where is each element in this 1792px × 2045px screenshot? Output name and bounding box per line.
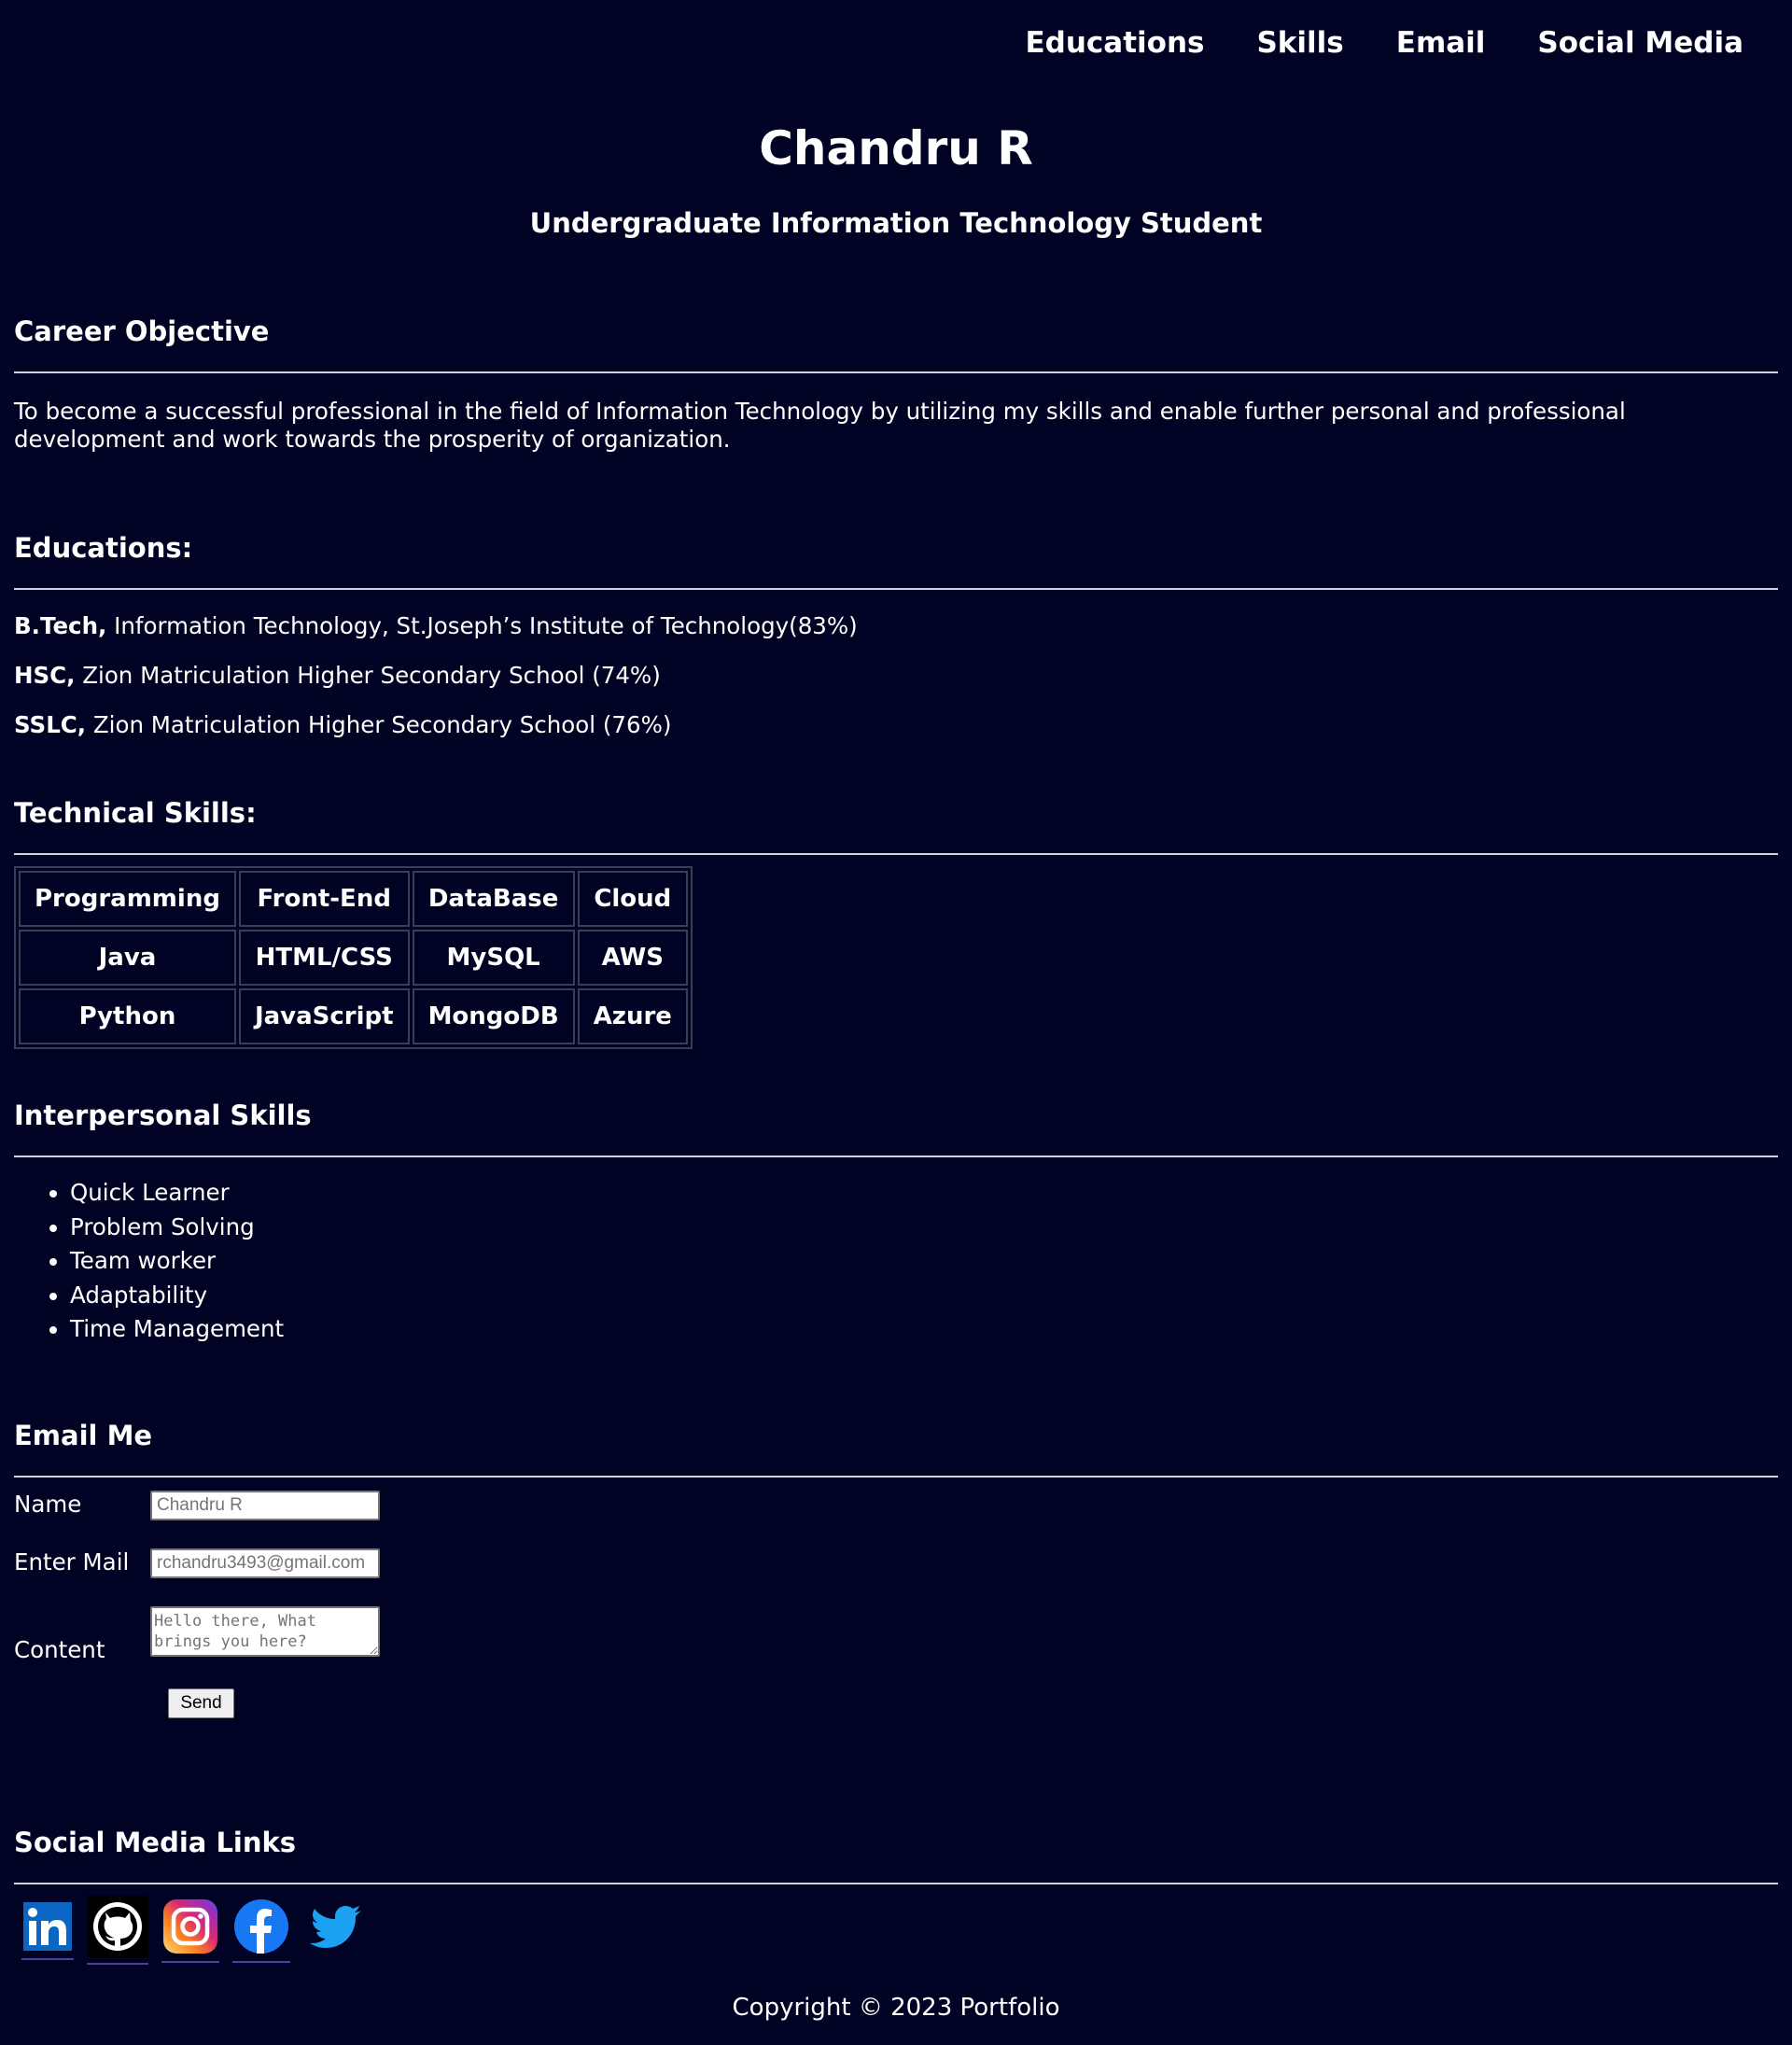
instagram-link[interactable] — [161, 1898, 219, 1963]
github-icon — [87, 1895, 148, 1957]
social-media-section: Social Media Links — [0, 1827, 1792, 1965]
table-header-cell: DataBase — [412, 871, 575, 927]
table-cell: JavaScript — [238, 988, 410, 1044]
name-label: Name — [14, 1490, 82, 1518]
facebook-link[interactable] — [232, 1898, 290, 1963]
interpersonal-skills-section: Interpersonal Skills Quick Learner Probl… — [0, 1100, 1792, 1347]
profile-name: Chandru R — [759, 121, 1033, 175]
hero: Chandru R Undergraduate Information Tech… — [0, 121, 1792, 239]
email-section: Email Me Name Enter Mail Content Send — [0, 1420, 1792, 1776]
content-label: Content — [14, 1635, 105, 1663]
list-item: Problem Solving — [70, 1211, 1778, 1245]
education-section: Educations: B.Tech, Information Technolo… — [0, 532, 1792, 739]
technical-skills-section: Technical Skills: Programming Front-End … — [0, 797, 1792, 1049]
email-form: Name Enter Mail Content Send — [14, 1478, 1778, 1776]
career-objective-heading: Career Objective — [14, 315, 1778, 373]
send-button[interactable]: Send — [168, 1688, 234, 1718]
twitter-icon — [310, 1905, 361, 1948]
top-nav: Educations Skills Email Social Media — [0, 0, 1792, 63]
education-item: B.Tech, Information Technology, St.Josep… — [14, 612, 1778, 640]
table-header-cell: Programming — [19, 871, 236, 927]
facebook-icon — [234, 1898, 288, 1954]
education-detail: Zion Matriculation Higher Secondary Scho… — [86, 711, 672, 738]
table-cell: MongoDB — [412, 988, 575, 1044]
table-header-cell: Front-End — [238, 871, 410, 927]
social-media-heading: Social Media Links — [14, 1827, 1778, 1884]
nav-social-media-link[interactable]: Social Media — [1537, 26, 1743, 63]
mail-label: Enter Mail — [14, 1548, 130, 1576]
table-cell: Java — [19, 930, 236, 986]
github-link[interactable] — [87, 1895, 148, 1965]
linkedin-link[interactable] — [21, 1900, 74, 1960]
education-degree: B.Tech, — [14, 612, 107, 639]
list-item: Time Management — [70, 1312, 1778, 1347]
education-detail: Information Technology, St.Joseph’s Inst… — [106, 612, 858, 639]
education-list: B.Tech, Information Technology, St.Josep… — [14, 612, 1778, 739]
table-cell: AWS — [577, 930, 688, 986]
education-degree: HSC, — [14, 662, 76, 689]
interpersonal-skills-list: Quick Learner Problem Solving Team worke… — [14, 1176, 1778, 1347]
career-objective-text: To become a successful professional in t… — [14, 398, 1626, 453]
table-header-cell: Cloud — [577, 871, 688, 927]
list-item: Quick Learner — [70, 1176, 1778, 1211]
nav-skills-link[interactable]: Skills — [1256, 26, 1343, 63]
twitter-link[interactable] — [303, 1899, 363, 1961]
technical-skills-table: Programming Front-End DataBase Cloud Jav… — [14, 866, 693, 1049]
copyright-text: Copyright © 2023 Portfolio — [732, 1994, 1060, 2022]
education-degree: SSLC, — [14, 711, 87, 738]
name-input[interactable] — [150, 1490, 380, 1520]
content-textarea[interactable] — [150, 1605, 380, 1657]
list-item: Adaptability — [70, 1279, 1778, 1313]
table-row: Python JavaScript MongoDB Azure — [19, 988, 688, 1044]
table-cell: HTML/CSS — [238, 930, 410, 986]
list-item: Team worker — [70, 1244, 1778, 1279]
social-icons — [14, 1895, 1778, 1965]
table-cell: Azure — [577, 988, 688, 1044]
email-input[interactable] — [150, 1548, 380, 1578]
education-item: HSC, Zion Matriculation Higher Secondary… — [14, 662, 1778, 690]
education-heading: Educations: — [14, 532, 1778, 590]
education-item: SSLC, Zion Matriculation Higher Secondar… — [14, 711, 1778, 739]
table-header-row: Programming Front-End DataBase Cloud — [19, 871, 688, 927]
technical-skills-heading: Technical Skills: — [14, 797, 1778, 855]
table-cell: MySQL — [412, 930, 575, 986]
instagram-icon — [163, 1898, 217, 1954]
education-detail: Zion Matriculation Higher Secondary Scho… — [75, 662, 661, 689]
footer: Copyright © 2023 Portfolio — [0, 1994, 1792, 2022]
nav-email-link[interactable]: Email — [1396, 26, 1486, 63]
linkedin-icon — [23, 1901, 72, 1951]
nav-educations-link[interactable]: Educations — [1025, 26, 1204, 63]
email-heading: Email Me — [14, 1420, 1778, 1478]
profile-title: Undergraduate Information Technology Stu… — [529, 207, 1263, 239]
table-cell: Python — [19, 988, 236, 1044]
career-objective-section: Career Objective To become a successful … — [0, 315, 1792, 454]
table-row: Java HTML/CSS MySQL AWS — [19, 930, 688, 986]
interpersonal-skills-heading: Interpersonal Skills — [14, 1100, 1778, 1157]
